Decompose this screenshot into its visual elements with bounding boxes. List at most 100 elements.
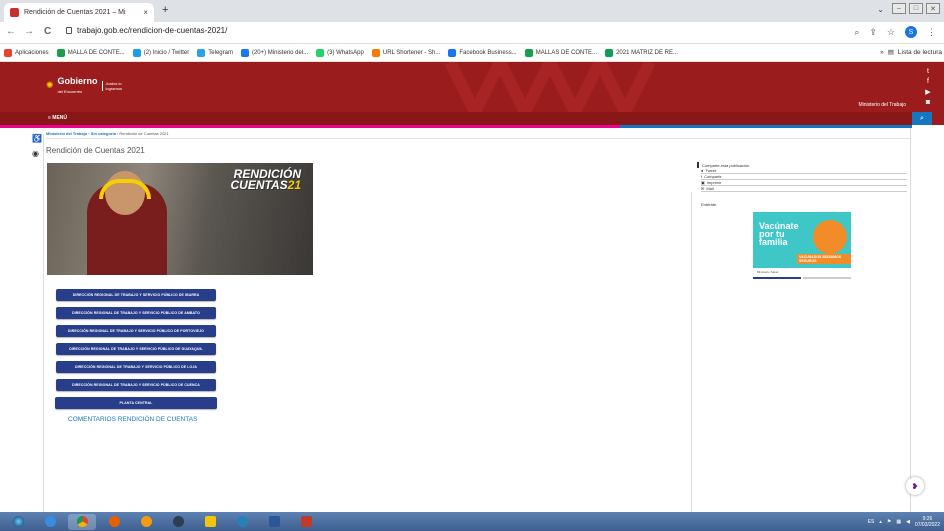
twitter-icon[interactable]: t: [927, 68, 929, 75]
explorer-taskbar-button[interactable]: [196, 514, 224, 530]
bookmark-item[interactable]: (2) Inicio / Twitter: [132, 48, 190, 57]
tab-title: Rendición de Cuentas 2021 – Mi: [24, 9, 126, 16]
vacunate-banner[interactable]: Vacúnate por tu familia VACUNADOS SEGUIM…: [753, 212, 851, 276]
regional-direction-button[interactable]: DIRECCIÓN REGIONAL DE TRABAJO Y SERVICIO…: [56, 361, 216, 373]
reading-list[interactable]: » ▤ Lista de lectura: [880, 48, 942, 57]
app-taskbar-button[interactable]: [132, 514, 160, 530]
language-indicator[interactable]: ES: [868, 519, 875, 525]
regional-direction-button[interactable]: DIRECCIÓN REGIONAL DE TRABAJO Y SERVICIO…: [56, 325, 216, 337]
bookmark-item[interactable]: 2021 MATRIZ DE RE...: [605, 48, 678, 57]
regional-direction-button[interactable]: DIRECCIÓN REGIONAL DE TRABAJO Y SERVICIO…: [56, 289, 216, 301]
banner-title: RENDICIÓN CUENTAS21: [230, 168, 301, 192]
more-bookmarks-icon[interactable]: »: [880, 49, 884, 56]
banner-title-line2: CUENTAS: [230, 178, 288, 192]
bookmark-item[interactable]: (3) WhatsApp: [316, 48, 364, 57]
menu-button[interactable]: ≡ MENÚ: [48, 115, 67, 121]
media-icon: [236, 516, 248, 527]
tab-search-chevron-icon[interactable]: ⌄: [877, 5, 884, 14]
bookmark-favicon-icon: [316, 48, 325, 57]
left-divider: [43, 134, 44, 514]
word-taskbar-button[interactable]: [260, 514, 288, 530]
flag-icon[interactable]: ⚑: [887, 519, 891, 525]
maximize-icon[interactable]: □: [909, 3, 923, 14]
clock[interactable]: 9:26 07/03/2022: [915, 516, 940, 528]
volume-icon[interactable]: ◀: [906, 519, 910, 525]
share-icon[interactable]: ⇪: [869, 27, 877, 38]
bookmark-favicon-icon: [132, 48, 141, 57]
browser-tab[interactable]: Rendición de Cuentas 2021 – Mi ×: [4, 3, 154, 22]
bookmark-item[interactable]: Telegram: [197, 48, 233, 57]
apps-grid-icon: [4, 48, 12, 57]
ie-icon: [44, 516, 56, 527]
bookmark-item[interactable]: MALLAS DE CONTE...: [524, 48, 597, 57]
new-tab-button[interactable]: +: [162, 4, 168, 16]
bookmark-label: (20+) Ministerio del...: [251, 49, 309, 56]
back-arrow-icon[interactable]: ←: [6, 26, 16, 37]
youtube-icon[interactable]: ▶: [925, 88, 930, 96]
chrome2-taskbar-button[interactable]: [164, 514, 192, 530]
planta-central-button[interactable]: PLANTA CENTRAL: [55, 397, 217, 409]
url-field[interactable]: trabajo.gob.ec/rendicion-de-cuentas-2021…: [66, 26, 227, 35]
breadcrumb-home[interactable]: Ministerio del Trabajo: [46, 131, 87, 136]
ministry-name[interactable]: Ministerio del Trabajo: [858, 102, 906, 108]
media-taskbar-button[interactable]: [228, 514, 256, 530]
comments-link[interactable]: COMENTARIOS RENDICIÓN DE CUENTAS: [68, 416, 197, 423]
site-header: ✺ Gobierno del Encuentro Juntos lo logram…: [0, 62, 912, 112]
minimize-icon[interactable]: –: [892, 3, 906, 14]
close-window-icon[interactable]: ✕: [926, 3, 940, 14]
start-button[interactable]: [4, 514, 32, 530]
chrome-icon: [76, 516, 88, 527]
site-favicon-icon: [10, 8, 19, 17]
color-stripe: [0, 125, 912, 128]
bookmark-item[interactable]: (20+) Ministerio del...: [240, 48, 309, 57]
bookmark-label: URL Shortener - Sh...: [382, 49, 441, 56]
firefox-taskbar-button[interactable]: [100, 514, 128, 530]
bookmark-star-icon[interactable]: ☆: [887, 27, 895, 38]
sun-logo-icon: ✺: [46, 80, 54, 90]
bookmark-item[interactable]: URL Shortener - Sh...: [371, 48, 441, 57]
network-icon[interactable]: ▦: [896, 519, 901, 525]
accessibility-icon[interactable]: ♿: [32, 134, 42, 143]
share-tweet-label: Tweet: [705, 168, 717, 173]
forward-arrow-icon[interactable]: →: [24, 26, 34, 37]
chat-button[interactable]: ❥: [906, 477, 924, 495]
mail-icon: ✉: [701, 186, 705, 191]
bookmark-item[interactable]: MALLA DE CONTE...: [56, 48, 125, 57]
tab-close-icon[interactable]: ×: [143, 8, 148, 17]
profile-avatar[interactable]: S: [905, 26, 917, 38]
gobierno-logo[interactable]: ✺ Gobierno del Encuentro Juntos lo logram…: [46, 76, 130, 95]
site-search-button[interactable]: ⌕: [912, 112, 932, 125]
facebook-icon[interactable]: f: [927, 78, 929, 85]
folder-icon: [204, 516, 216, 527]
more-menu-icon[interactable]: ⋮: [927, 27, 936, 38]
carousel-dot[interactable]: [753, 277, 801, 279]
tray-arrow-icon[interactable]: ▴: [879, 519, 882, 525]
bookmark-apps[interactable]: Aplicaciones: [4, 48, 49, 57]
reading-list-icon: ▤: [887, 49, 894, 56]
share-bar: [697, 162, 699, 168]
share-facebook-label: Compartir: [704, 174, 722, 179]
bookmark-label: Facebook Business...: [459, 49, 517, 56]
share-print-label: Imprimir: [706, 180, 722, 185]
search-icon: ⌕: [920, 114, 924, 122]
bookmark-item[interactable]: Facebook Business...: [448, 48, 517, 57]
breadcrumb-category[interactable]: Sin categoría: [91, 131, 116, 136]
content-divider: [691, 192, 692, 512]
firefox-icon: [108, 516, 120, 527]
regional-direction-button[interactable]: DIRECCIÓN REGIONAL DE TRABAJO Y SERVICIO…: [56, 379, 216, 391]
vacunate-footer: Ministerio Salud: [753, 268, 851, 276]
page-title: Rendición de Cuentas 2021: [46, 146, 145, 155]
eye-icon[interactable]: ◉: [32, 149, 42, 158]
tools-taskbar-button[interactable]: [292, 514, 320, 530]
reload-icon[interactable]: C: [44, 26, 51, 37]
ie-taskbar-button[interactable]: [36, 514, 64, 530]
chrome-taskbar-button[interactable]: [68, 513, 96, 530]
vacunate-line3: familia: [759, 237, 788, 247]
share-mail[interactable]: ✉ Mail: [701, 186, 907, 192]
instagram-icon[interactable]: ◙: [926, 99, 930, 106]
regional-direction-button[interactable]: DIRECCIÓN REGIONAL DE TRABAJO Y SERVICIO…: [56, 307, 216, 319]
carousel-dot[interactable]: [803, 277, 851, 279]
bookmark-label: (2) Inicio / Twitter: [143, 49, 190, 56]
regional-direction-button[interactable]: DIRECCIÓN REGIONAL DE TRABAJO Y SERVICIO…: [56, 343, 216, 355]
zoom-icon[interactable]: ⌕: [854, 27, 859, 38]
